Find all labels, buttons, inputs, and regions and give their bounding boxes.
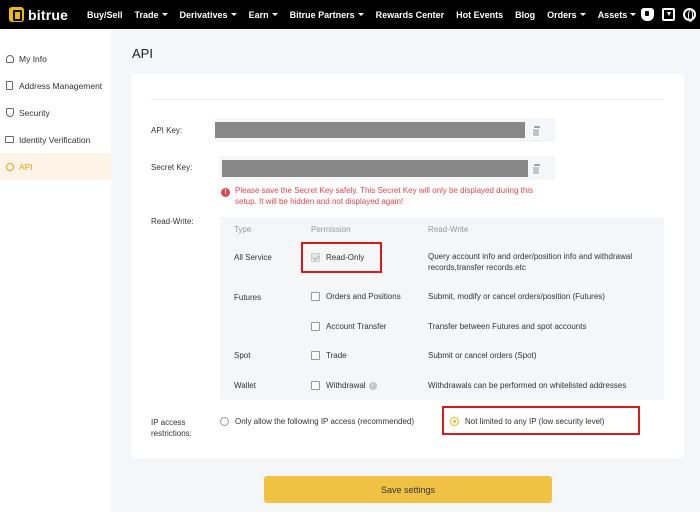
description-orders-and-positions: Submit, modify or cancel orders/position… — [428, 292, 605, 301]
nav-bitrue-partners[interactable]: Bitrue Partners — [284, 10, 370, 20]
sidebar-item-label: My Info — [19, 53, 47, 64]
chevron-down-icon — [230, 13, 237, 16]
sidebar-item-label: Identity Verification — [19, 134, 91, 145]
sidebar-item-security[interactable]: Security — [0, 99, 111, 126]
sidebar-item-label: Address Management — [19, 80, 103, 91]
sidebar-item-api[interactable]: API — [0, 153, 111, 180]
highlight-box-unrestricted-ip — [442, 406, 640, 435]
shield-icon — [5, 108, 14, 117]
row-type-wallet: Wallet — [234, 381, 256, 390]
chevron-down-icon — [161, 13, 168, 16]
nav-rewards-center[interactable]: Rewards Center — [370, 10, 451, 20]
row-type-spot: Spot — [234, 351, 251, 360]
trade-checkbox[interactable] — [311, 351, 320, 360]
download-icon[interactable] — [662, 8, 675, 21]
permission-trade: Trade — [326, 351, 347, 360]
sidebar-item-label: Security — [19, 107, 50, 118]
divider — [151, 99, 664, 100]
nav-derivatives[interactable]: Derivatives — [174, 10, 243, 20]
api-key-masked-value — [215, 122, 525, 138]
save-settings-button[interactable]: Save settings — [264, 476, 552, 503]
api-settings-card: API Key: Secret Key: ! Please save the S… — [131, 74, 684, 458]
description-account-transfer: Transfer between Futures and spot accoun… — [428, 322, 587, 331]
shield-icon[interactable] — [641, 8, 654, 21]
ip-restricted-option-label[interactable]: Only allow the following IP access (reco… — [235, 416, 414, 427]
nav-hot-events[interactable]: Hot Events — [450, 10, 509, 20]
bitrue-logo-icon — [9, 7, 24, 22]
copy-icon[interactable] — [532, 126, 541, 137]
account-transfer-checkbox[interactable] — [311, 322, 320, 331]
info-icon[interactable]: i — [368, 381, 377, 390]
column-header-read-write: Read-Write — [428, 225, 469, 234]
nav-trade[interactable]: Trade — [129, 10, 174, 20]
permission-table: Type Permission Read-Write All Service R… — [220, 217, 664, 400]
sidebar-item-label: API — [19, 161, 33, 172]
chevron-down-icon — [357, 13, 364, 16]
api-icon — [5, 162, 14, 171]
read-write-label: Read-Write: — [151, 217, 194, 226]
description-read-only: Query account info and order/position in… — [428, 252, 633, 272]
api-key-label: API Key: — [151, 126, 183, 135]
page-title: API — [132, 46, 153, 61]
column-header-permission: Permission — [311, 225, 351, 234]
nav-orders[interactable]: Orders — [541, 10, 592, 20]
chevron-down-icon — [579, 13, 586, 16]
secret-key-field[interactable] — [219, 156, 555, 180]
account-sidebar: My Info Address Management Security Iden… — [0, 29, 111, 512]
chevron-down-icon — [271, 13, 278, 16]
nav-blog[interactable]: Blog — [509, 10, 541, 20]
chevron-down-icon — [630, 13, 637, 16]
row-type-all-service: All Service — [234, 253, 272, 262]
copy-icon[interactable] — [532, 164, 541, 175]
row-type-futures: Futures — [234, 293, 262, 302]
id-card-icon — [5, 136, 14, 143]
description-withdrawal: Withdrawals can be performed on whitelis… — [428, 381, 627, 390]
permission-account-transfer: Account Transfer — [326, 322, 387, 331]
description-trade: Submit or cancel orders (Spot) — [428, 351, 537, 360]
address-book-icon — [6, 81, 13, 90]
top-navbar: bitrue Buy/Sell Trade Derivatives Earn B… — [0, 0, 700, 29]
secret-key-label: Secret Key: — [151, 163, 193, 172]
column-header-type: Type — [234, 225, 252, 234]
ip-restrictions-label: IP access restrictions: — [151, 418, 192, 438]
withdrawal-checkbox[interactable] — [311, 381, 320, 390]
api-key-field[interactable] — [215, 118, 555, 142]
sidebar-item-identity-verification[interactable]: Identity Verification — [0, 126, 111, 153]
secret-key-masked-value — [222, 160, 528, 177]
ip-restricted-radio[interactable] — [220, 417, 229, 426]
nav-buy-sell[interactable]: Buy/Sell — [81, 10, 129, 20]
secret-key-warning: ! Please save the Secret Key safely. Thi… — [221, 186, 551, 207]
user-icon — [5, 54, 14, 63]
warning-icon: ! — [221, 188, 230, 197]
orders-and-positions-checkbox[interactable] — [311, 292, 320, 301]
bitrue-logo[interactable]: bitrue — [9, 7, 81, 23]
nav-earn[interactable]: Earn — [243, 10, 284, 20]
brand-name: bitrue — [28, 6, 69, 23]
sidebar-item-my-info[interactable]: My Info — [0, 45, 111, 72]
globe-icon[interactable] — [683, 8, 696, 22]
permission-withdrawal: Withdrawal i — [326, 380, 377, 391]
nav-assets[interactable]: Assets — [592, 10, 643, 20]
highlight-box-read-only — [301, 242, 382, 273]
sidebar-item-address-management[interactable]: Address Management — [0, 72, 111, 99]
permission-orders-and-positions: Orders and Positions — [326, 292, 401, 301]
